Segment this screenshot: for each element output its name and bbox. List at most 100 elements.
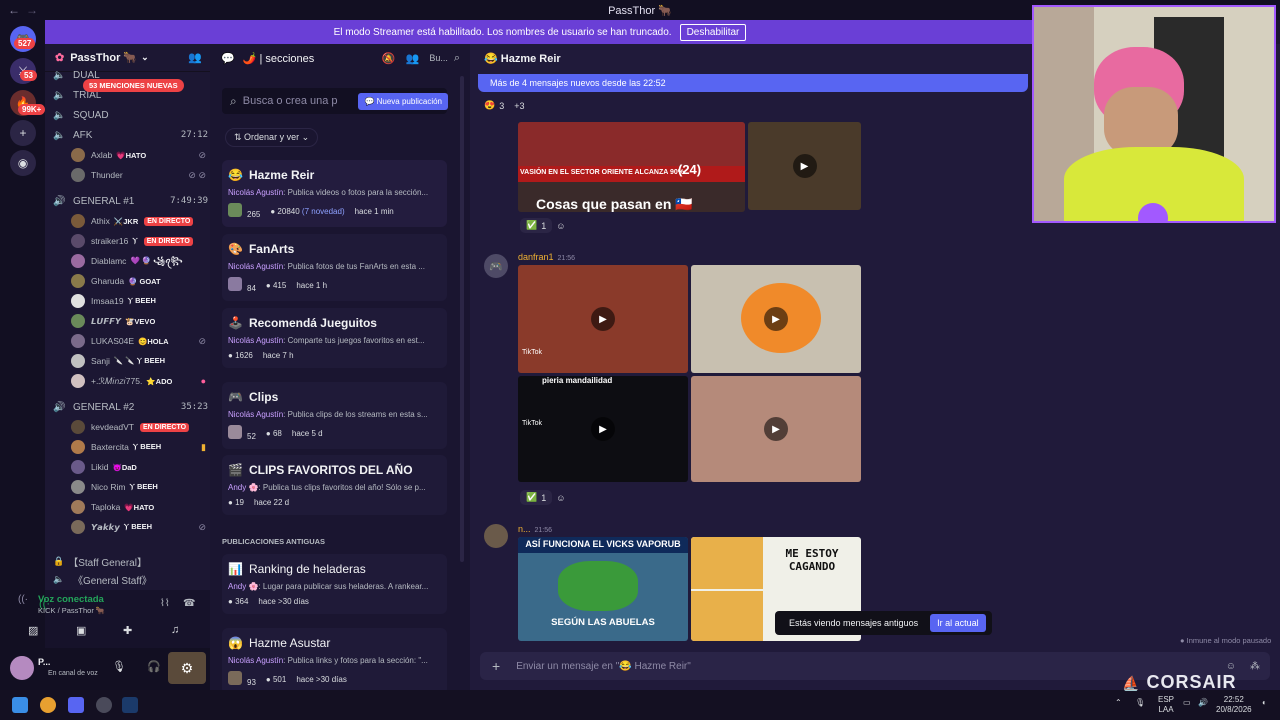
tray-chevron-icon[interactable]: ⌃ — [1115, 698, 1122, 708]
explore-icon[interactable]: ◉ — [10, 150, 36, 176]
settings-gear-icon[interactable]: ⚙ — [168, 652, 206, 684]
voice-user[interactable]: Athix ⚔️JKR EN DIRECTO — [71, 212, 206, 230]
voice-user[interactable]: Imsaa19 Ⲩ BEEH — [71, 292, 206, 310]
language-indicator[interactable]: ESP LAA — [1158, 695, 1174, 715]
avatar — [71, 274, 85, 288]
sort-view-button[interactable]: ⇅ Ordenar y ver ⌄ — [225, 128, 319, 147]
video-thumbnail[interactable]: TikTok ▶ — [518, 265, 688, 373]
camera-off-icon[interactable]: ▨ — [28, 624, 38, 637]
voice-user[interactable]: Thunder ⊘ ⊘ — [71, 166, 206, 184]
top-reactions[interactable]: 😍 3 +3 — [484, 100, 525, 111]
camera-icon: ▮ — [201, 441, 206, 452]
avatar — [71, 374, 85, 388]
windows-start-icon[interactable] — [12, 697, 28, 713]
message-header: danfran1 21:56 — [518, 252, 576, 262]
video-thumbnail[interactable]: ▶ — [691, 265, 861, 373]
forum-scrollbar[interactable] — [460, 76, 464, 562]
search-mini-input[interactable]: Bu... — [429, 53, 448, 63]
tray-mic-icon[interactable]: 🎙 — [1135, 698, 1145, 708]
search-icon[interactable]: ⌕ — [454, 52, 460, 65]
voice-user[interactable]: Gharuda 🔮 GOAT — [71, 272, 206, 290]
video-thumbnail[interactable]: pieria mandailidad TikTok ▶ — [518, 376, 688, 482]
disconnect-icon[interactable]: ☎ — [183, 598, 195, 609]
discord-avatar-icon[interactable]: 🎮 — [484, 254, 508, 278]
noise-suppression-icon[interactable]: ⌇⌇ — [160, 598, 170, 609]
emoji-icon[interactable]: ☺ — [1226, 661, 1236, 672]
voice-user[interactable]: LUKAS04E 😊HOLA ⊘ — [71, 332, 206, 350]
lock-icon: 🔒 — [53, 555, 65, 566]
voice-user[interactable]: Nico Rim Ⲩ BEEH — [71, 478, 206, 496]
forum-post[interactable]: 🕹️ Recomendá Jueguitos Nicolás Agustín: C… — [222, 308, 447, 368]
voice-user[interactable]: Diablamc 💜 🔮 ꧁ꪖ꧂ — [71, 252, 206, 270]
voice-user[interactable]: +.ℛ𝑀𝑖𝑛𝑧𝑖775. ⭐ADO ● — [71, 372, 206, 390]
headphones-icon[interactable]: 🎧 — [147, 660, 161, 673]
user-avatar[interactable] — [10, 656, 34, 680]
voice-channel-squad[interactable]: 🔈 SQUAD — [53, 106, 208, 124]
voice-user[interactable]: kevdeadVT EN DIRECTO — [71, 418, 206, 436]
network-icon[interactable]: ▭ — [1183, 698, 1191, 708]
video-thumbnail[interactable]: ▶ — [748, 122, 861, 210]
screen-share-icon[interactable]: ▣ — [76, 624, 86, 637]
play-icon: ▶ — [764, 417, 788, 441]
forum-post[interactable]: 🎨 FanArts Nicolás Agustín: Publica fotos … — [222, 234, 447, 301]
forum-post[interactable]: 🎬 CLIPS FAVORITOS DEL AÑO Andy 🌸: Publica… — [222, 455, 447, 515]
server-badge-1: 53 — [20, 70, 37, 81]
voice-channel-afk[interactable]: 🔈 AFK 27:12 — [53, 126, 208, 144]
apps-icon[interactable]: ⁂ — [1250, 661, 1260, 672]
meme-image[interactable]: ASÍ FUNCIONA EL VICKS VAPORUB SEGÚN LAS … — [518, 537, 688, 641]
speaker-icon: 🔈 — [53, 89, 66, 101]
voice-user[interactable]: 𝙔𝙖𝙠𝙠𝙮 Ⲩ BEEH ⊘ — [71, 518, 206, 536]
speaker-icon: 🔊 — [53, 195, 66, 207]
video-thumbnail[interactable]: ▶ — [691, 376, 861, 482]
app-taskbar-icon[interactable] — [96, 697, 112, 713]
voice-channel-general-1[interactable]: 🔊 GENERAL #1 7:49:39 — [53, 192, 208, 210]
new-mentions-badge[interactable]: 53 MENCIONES NUEVAS — [83, 79, 184, 92]
message-reactions[interactable]: ✅ 1 ☺ — [520, 490, 565, 505]
voice-user[interactable]: Axlab 💗HATO ⊘ — [71, 146, 206, 164]
discord-taskbar-icon[interactable] — [68, 697, 84, 713]
voice-user[interactable]: Sanji 🔪 🔪 Ⲩ BEEH — [71, 352, 206, 370]
steam-icon[interactable] — [122, 697, 138, 713]
forum-post[interactable]: 📊 Ranking de heladeras Andy 🌸: Lugar para… — [222, 554, 447, 614]
voice-user[interactable]: Baxtercita Ⲩ BEEH ▮ — [71, 438, 206, 456]
forum-post[interactable]: 😂 Hazme Reir Nicolás Agustín: Publica vid… — [222, 160, 447, 227]
message-reactions[interactable]: ✅ 1 ☺ — [520, 218, 565, 233]
forum-search-input[interactable]: ⌕ Busca o crea una p 💬 Nueva publicación — [222, 88, 448, 114]
activities-icon[interactable]: ✚ — [123, 624, 132, 637]
news-image[interactable]: VASIÓN EN EL SECTOR ORIENTE ALCANZA 90% … — [518, 122, 745, 212]
chrome-icon[interactable] — [40, 697, 56, 713]
voice-user[interactable]: Likid 😈DaD — [71, 458, 206, 476]
forum-post[interactable]: 😱 Hazme Asustar Nicolás Agustín: Publica … — [222, 628, 447, 695]
add-server-icon[interactable]: + — [10, 120, 36, 146]
channel-timer: 27:12 — [180, 130, 208, 140]
microphone-icon[interactable]: 🎙 — [112, 660, 126, 673]
user-name: P... — [38, 657, 51, 667]
mute-icon[interactable]: 🔕 — [382, 52, 396, 65]
members-icon[interactable]: 👥 — [406, 52, 420, 65]
speaker-icon: 🔈 — [53, 129, 66, 141]
sort-icon: ⇅ — [234, 132, 245, 142]
disable-streamer-button[interactable]: Deshabilitar — [679, 23, 747, 41]
add-attachment-icon[interactable]: + — [492, 658, 500, 674]
voice-channel-general-2[interactable]: 🔊 GENERAL #2 35:23 — [53, 398, 208, 416]
voice-channel-staff[interactable]: 🔈 《General Staff》 — [53, 570, 208, 588]
notification-icon[interactable]: ◐ — [1262, 698, 1267, 708]
voice-user[interactable]: Taploka 💗HATO — [71, 498, 206, 516]
volume-icon[interactable]: 🔊 — [1198, 698, 1208, 708]
add-member-icon[interactable]: 👥 — [188, 51, 202, 64]
clock[interactable]: 22:52 20/8/2026 — [1216, 695, 1252, 715]
voice-user[interactable]: straiker16 Ⲩ EN DIRECTO — [71, 232, 206, 250]
signal-icon[interactable]: ((· — [18, 594, 28, 605]
soundboard-icon[interactable]: ♫ — [171, 624, 179, 636]
category-staff[interactable]: 🔒 【Staff General】 — [53, 552, 208, 570]
author-name: danfran1 — [518, 252, 554, 262]
forum-post[interactable]: 🎮 Clips Nicolás Agustín: Publica clips de… — [222, 382, 447, 449]
chevron-down-icon: ⌄ — [299, 132, 310, 142]
server-badge-2: 99K+ — [18, 104, 46, 115]
new-messages-bar[interactable]: Más de 4 mensajes nuevos desde las 22:52 — [478, 74, 1028, 92]
user-avatar[interactable] — [484, 524, 508, 548]
new-post-button[interactable]: 💬 Nueva publicación — [358, 92, 448, 110]
voice-user[interactable]: 𝙇𝙐𝙁𝙁𝙔 🐮VEVO — [71, 312, 206, 330]
jump-to-present-button[interactable]: Ir al actual — [930, 614, 986, 632]
old-posts-heading: PUBLICACIONES ANTIGUAS — [222, 537, 326, 546]
